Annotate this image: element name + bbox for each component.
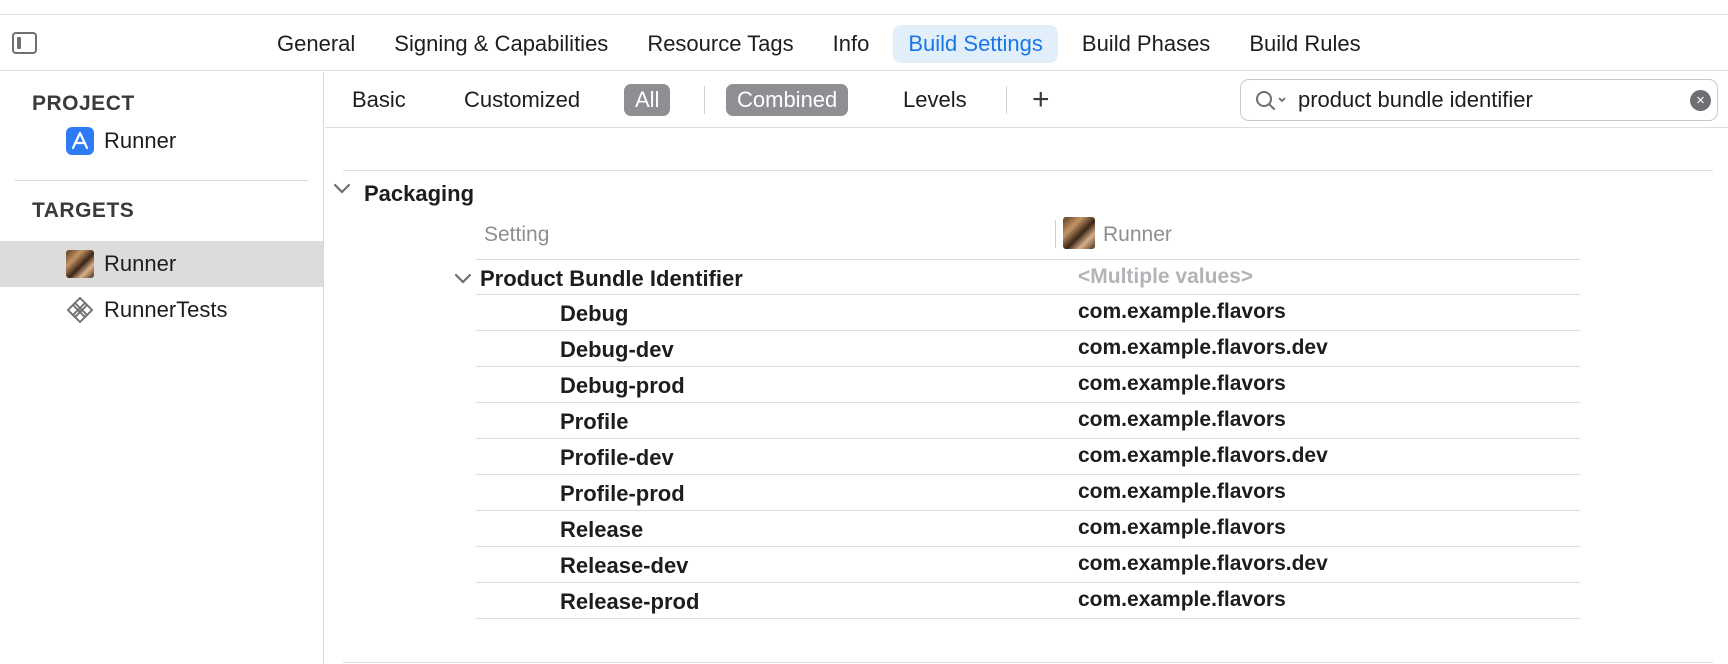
config-name: Debug bbox=[560, 301, 629, 326]
column-header-setting: Setting bbox=[484, 223, 550, 246]
project-section-header: PROJECT bbox=[32, 92, 135, 115]
sidebar-item-project-runner[interactable]: Runner bbox=[0, 118, 323, 164]
sidebar-item-target-runner[interactable]: Runner bbox=[0, 241, 323, 287]
setting-name-product-bundle-identifier[interactable]: Product Bundle Identifier bbox=[480, 266, 743, 292]
filter-separator bbox=[1006, 86, 1007, 114]
filter-all-button[interactable]: All bbox=[624, 84, 671, 116]
filter-basic-button[interactable]: Basic bbox=[352, 84, 406, 116]
tab-build-phases[interactable]: Build Phases bbox=[1067, 25, 1225, 63]
row-divider bbox=[476, 294, 1580, 295]
filter-combined-button[interactable]: Combined bbox=[726, 84, 849, 116]
targets-section-header: TARGETS bbox=[32, 199, 135, 222]
row-divider bbox=[476, 366, 1580, 367]
clear-search-icon[interactable]: × bbox=[1690, 90, 1711, 111]
row-divider bbox=[476, 259, 1580, 260]
filter-levels-button[interactable]: Levels bbox=[903, 84, 967, 116]
filter-separator bbox=[704, 86, 705, 114]
sidebar-item-label: RunnerTests bbox=[104, 297, 228, 322]
row-divider bbox=[476, 330, 1580, 331]
config-name: Profile-dev bbox=[560, 445, 674, 470]
search-input[interactable] bbox=[1298, 84, 1678, 116]
chevron-down-icon[interactable] bbox=[333, 182, 351, 200]
sidebar-item-label: Runner bbox=[104, 251, 177, 276]
row-divider bbox=[476, 402, 1580, 403]
config-value[interactable]: com.example.flavors bbox=[1078, 516, 1286, 540]
row-divider bbox=[476, 474, 1580, 475]
config-name: Debug-prod bbox=[560, 373, 685, 398]
column-separator bbox=[1055, 220, 1056, 248]
search-field[interactable]: × bbox=[1240, 79, 1718, 121]
editor-tab-bar: General Signing & Capabilities Resource … bbox=[0, 15, 1728, 71]
row-divider bbox=[476, 546, 1580, 547]
search-icon[interactable] bbox=[1255, 90, 1289, 117]
add-setting-button[interactable]: + bbox=[1032, 82, 1050, 118]
config-value[interactable]: com.example.flavors.dev bbox=[1078, 552, 1328, 576]
tab-strip: General Signing & Capabilities Resource … bbox=[262, 24, 1385, 64]
sidebar-item-label: Runner bbox=[104, 128, 177, 153]
row-divider bbox=[476, 582, 1580, 583]
chevron-down-icon[interactable] bbox=[454, 272, 472, 290]
config-value[interactable]: com.example.flavors bbox=[1078, 300, 1286, 324]
row-divider bbox=[476, 618, 1580, 619]
config-value[interactable]: com.example.flavors.dev bbox=[1078, 336, 1328, 360]
section-title-packaging[interactable]: Packaging bbox=[364, 181, 474, 207]
tab-resource-tags[interactable]: Resource Tags bbox=[632, 25, 808, 63]
row-divider bbox=[476, 438, 1580, 439]
config-name: Release-dev bbox=[560, 553, 689, 578]
config-value[interactable]: com.example.flavors.dev bbox=[1078, 444, 1328, 468]
app-project-icon bbox=[66, 127, 94, 155]
config-value[interactable]: com.example.flavors bbox=[1078, 372, 1286, 396]
config-name: Profile bbox=[560, 409, 629, 434]
setting-value-multiple[interactable]: <Multiple values> bbox=[1078, 265, 1253, 289]
config-name: Profile-prod bbox=[560, 481, 685, 506]
config-value[interactable]: com.example.flavors bbox=[1078, 588, 1286, 612]
section-bottom-divider bbox=[343, 662, 1713, 663]
config-name: Release-prod bbox=[560, 589, 700, 614]
tab-build-settings[interactable]: Build Settings bbox=[893, 25, 1058, 63]
filter-customized-button[interactable]: Customized bbox=[464, 84, 580, 116]
config-value[interactable]: com.example.flavors bbox=[1078, 480, 1286, 504]
project-navigator: PROJECT Runner TARGETS Runner RunnerTest… bbox=[0, 72, 324, 664]
sidebar-toggle-icon[interactable] bbox=[12, 32, 37, 54]
config-name: Debug-dev bbox=[560, 337, 674, 362]
test-bundle-icon bbox=[66, 296, 94, 324]
config-value[interactable]: com.example.flavors bbox=[1078, 408, 1286, 432]
section-top-divider bbox=[343, 170, 1713, 171]
target-avatar-icon bbox=[66, 250, 94, 278]
build-settings-filter-bar: Basic Customized All Combined Levels + × bbox=[325, 72, 1728, 128]
config-name: Release bbox=[560, 517, 644, 542]
sidebar-item-target-runnertests[interactable]: RunnerTests bbox=[0, 287, 323, 333]
column-header-target: Runner bbox=[1103, 223, 1172, 246]
tab-general[interactable]: General bbox=[262, 25, 370, 63]
tab-build-rules[interactable]: Build Rules bbox=[1234, 25, 1375, 63]
sidebar-divider bbox=[14, 180, 308, 181]
target-avatar-icon bbox=[1063, 217, 1095, 249]
tab-info[interactable]: Info bbox=[818, 25, 885, 63]
row-divider bbox=[476, 510, 1580, 511]
tab-signing-capabilities[interactable]: Signing & Capabilities bbox=[379, 25, 623, 63]
